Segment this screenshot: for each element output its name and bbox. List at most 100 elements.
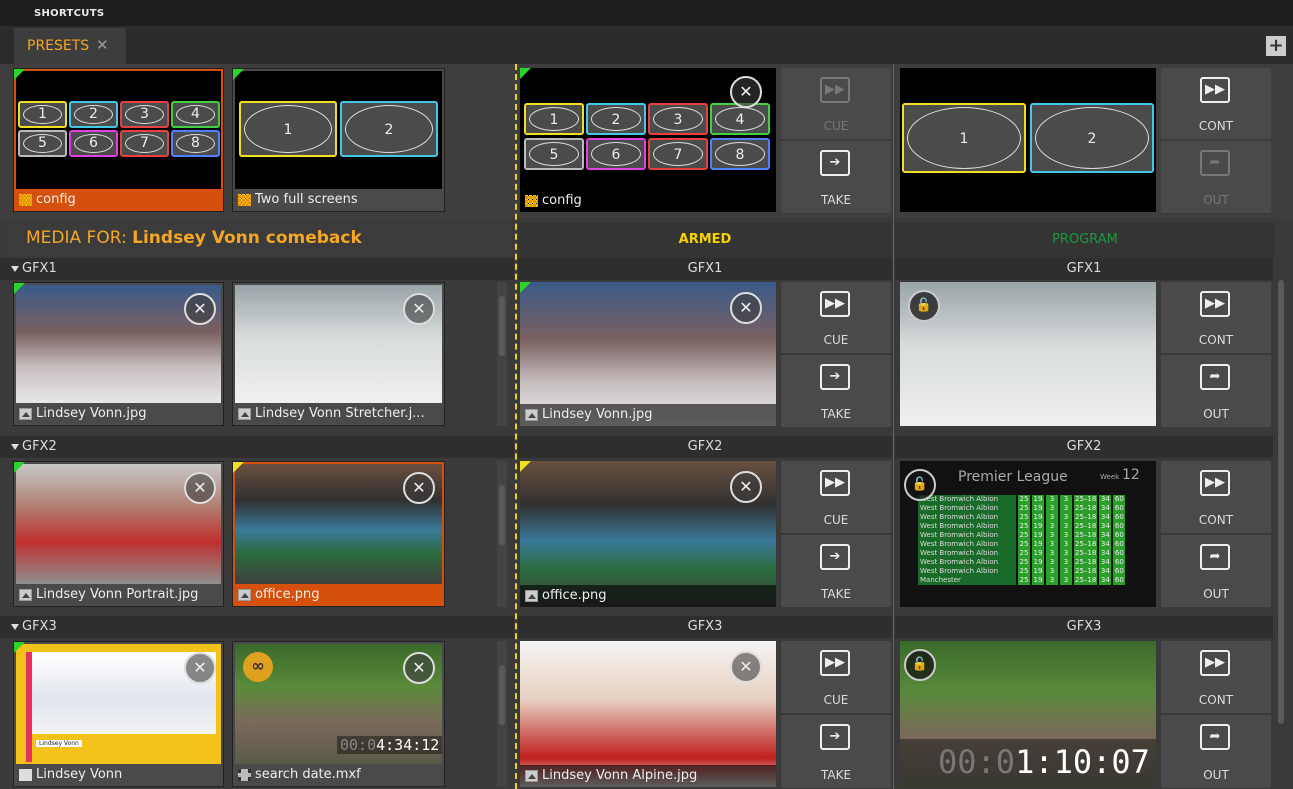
cont-label: CONT <box>1198 333 1234 347</box>
program-item-gfx1[interactable]: 🔓 <box>900 282 1156 426</box>
scrollbar[interactable] <box>497 461 507 607</box>
stat-cell: 19 <box>1032 558 1044 567</box>
out-button-gfx2[interactable]: ➦ OUT <box>1161 535 1271 608</box>
out-button-gfx3[interactable]: ➦ OUT <box>1161 715 1271 789</box>
team-name: West Bromwich Albion <box>918 504 1016 513</box>
close-icon[interactable]: ✕ <box>184 293 216 325</box>
add-tab-button[interactable]: + <box>1266 36 1286 56</box>
image-icon <box>525 770 538 782</box>
document-icon <box>19 769 32 781</box>
armed-item-gfx3[interactable]: ✕ Lindsey Vonn Alpine.jpg <box>520 641 776 787</box>
take-icon: ➔ <box>820 150 850 176</box>
collapse-icon[interactable] <box>11 444 19 450</box>
media-item[interactable]: ✕ Lindsey Vonn Lindsey Vonn <box>13 641 224 787</box>
cue-button-gfx1[interactable]: ▶▶ CUE <box>781 282 891 354</box>
image-icon <box>525 590 538 602</box>
preset-card-two-full-screens[interactable]: 1 2 Two full screens <box>232 68 445 212</box>
lower-third-name: Lindsey Vonn <box>36 740 82 747</box>
scroll-thumb[interactable] <box>499 296 505 356</box>
team-name: Manchester <box>918 576 1016 585</box>
preset-card-config[interactable]: 1 2 3 4 5 6 7 8 config <box>13 68 224 212</box>
media-item[interactable]: ✕ Lindsey Vonn Stretcher.j... <box>232 282 445 426</box>
continue-button-gfx1[interactable]: ▶▶ CONT <box>1161 282 1271 354</box>
tab-bar <box>0 26 1293 64</box>
close-icon[interactable]: ✕ <box>184 472 216 504</box>
stat-cell: 60 <box>1113 558 1126 567</box>
cue-button-preset[interactable]: ▶▶ CUE <box>781 68 891 140</box>
armed-preset-card[interactable]: ✕ 1 2 3 4 5 6 7 8 config <box>520 68 776 212</box>
out-icon: ➦ <box>1200 364 1230 390</box>
scroll-thumb[interactable] <box>499 485 505 545</box>
close-icon[interactable]: ✕ <box>403 472 435 504</box>
cue-label: CUE <box>823 119 849 133</box>
take-button-gfx3[interactable]: ➔ TAKE <box>781 715 891 789</box>
media-item[interactable]: ✕ Lindsey Vonn Portrait.jpg <box>13 461 224 607</box>
close-icon[interactable]: ✕ <box>403 652 435 684</box>
stat-cell: 3 <box>1046 504 1058 513</box>
image-icon <box>238 408 251 420</box>
close-tab-icon[interactable]: ✕ <box>96 36 109 54</box>
lock-icon[interactable]: 🔓 <box>904 469 936 501</box>
media-item-selected[interactable]: ✕ office.png <box>232 461 445 607</box>
scrollbar[interactable] <box>497 282 507 426</box>
collapse-icon[interactable] <box>11 266 19 272</box>
stat-cell: 25–18 <box>1074 495 1098 504</box>
take-button-gfx1[interactable]: ➔ TAKE <box>781 355 891 428</box>
cue-button-gfx2[interactable]: ▶▶ CUE <box>781 461 891 534</box>
continue-button-preset[interactable]: ▶▶ CONT <box>1161 68 1271 140</box>
close-icon[interactable]: ✕ <box>730 76 762 108</box>
scroll-thumb[interactable] <box>499 665 505 725</box>
stat-cell: 25 <box>1018 576 1030 585</box>
lock-icon[interactable]: 🔓 <box>908 290 940 322</box>
media-label: Lindsey Vonn Stretcher.j... <box>255 406 425 421</box>
main-scroll-thumb[interactable] <box>1278 280 1284 724</box>
close-icon[interactable]: ✕ <box>730 292 762 324</box>
stat-cell: 34 <box>1099 549 1112 558</box>
take-button-gfx2[interactable]: ➔ TAKE <box>781 535 891 608</box>
group-header-gfx1[interactable]: GFX1 <box>0 258 514 280</box>
layout-cell-1: 1 <box>529 107 579 131</box>
collapse-icon[interactable] <box>11 624 19 630</box>
layout-cell-2: 2 <box>1035 107 1149 169</box>
armed-item-gfx1[interactable]: ✕ Lindsey Vonn.jpg <box>520 282 776 426</box>
lock-icon[interactable]: 🔓 <box>904 649 936 681</box>
take-icon: ➔ <box>820 724 850 750</box>
armed-item-gfx2[interactable]: ✕ office.png <box>520 461 776 607</box>
out-label: OUT <box>1203 407 1229 421</box>
program-item-gfx2[interactable]: 🔓 Premier League Week 12 West Bromwich A… <box>900 461 1156 607</box>
main-scrollbar[interactable] <box>1276 258 1286 789</box>
close-icon[interactable]: ✕ <box>730 651 762 683</box>
armed-group-gfx2: GFX2 <box>518 436 892 458</box>
stat-cell: 25–18 <box>1074 549 1098 558</box>
close-icon[interactable]: ✕ <box>730 471 762 503</box>
armed-group-gfx3: GFX3 <box>518 616 892 638</box>
tab-presets[interactable]: PRESETS ✕ <box>14 28 126 64</box>
stat-cell: 19 <box>1032 549 1044 558</box>
scrollbar[interactable] <box>497 641 507 787</box>
group-header-gfx2[interactable]: GFX2 <box>0 436 514 458</box>
team-name: West Bromwich Albion <box>918 513 1016 522</box>
program-preset-card[interactable]: 1 2 <box>900 68 1156 212</box>
close-icon[interactable]: ✕ <box>403 293 435 325</box>
stat-cell: 19 <box>1032 504 1044 513</box>
continue-button-gfx3[interactable]: ▶▶ CONT <box>1161 641 1271 714</box>
stat-cell: 34 <box>1099 576 1112 585</box>
ready-marker <box>520 68 531 79</box>
continue-button-gfx2[interactable]: ▶▶ CONT <box>1161 461 1271 534</box>
armed-marker <box>233 462 244 473</box>
media-item[interactable]: ✕ Lindsey Vonn.jpg <box>13 282 224 426</box>
cont-label: CONT <box>1198 693 1234 707</box>
out-button-preset[interactable]: ➦ OUT <box>1161 141 1271 214</box>
cont-label: CONT <box>1198 119 1234 133</box>
program-item-gfx3[interactable]: 🔓 00:01:10:07 <box>900 641 1156 787</box>
layout-cell-5: 5 <box>23 134 62 153</box>
group-header-gfx3[interactable]: GFX3 <box>0 616 514 638</box>
media-item[interactable]: ∞ ✕ 00:04:34:12 search date.mxf <box>232 641 445 787</box>
continue-icon: ▶▶ <box>1200 470 1230 496</box>
out-button-gfx1[interactable]: ➦ OUT <box>1161 355 1271 428</box>
cue-button-gfx3[interactable]: ▶▶ CUE <box>781 641 891 714</box>
stat-cell: 19 <box>1032 576 1044 585</box>
stat-cell: 3 <box>1060 576 1072 585</box>
take-button-preset[interactable]: ➔ TAKE <box>781 141 891 214</box>
close-icon[interactable]: ✕ <box>184 652 216 684</box>
